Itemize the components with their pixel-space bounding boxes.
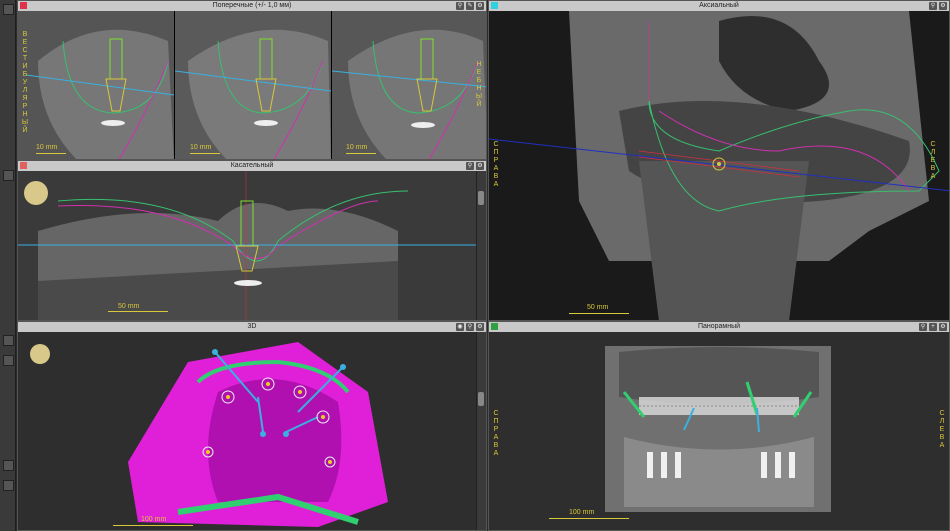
left-side-label: СЛЕВА [939,410,945,449]
scale-bar [190,153,220,154]
scale-bar [36,153,66,154]
rail-button[interactable] [3,170,14,181]
right-side-label: СПРАВА [493,141,499,188]
vertical-scrollbar[interactable] [476,332,486,530]
panoramic-image [489,332,949,530]
scale-label: 100 mm [569,509,595,516]
scale-label: 100 mm [141,516,167,523]
rail-button[interactable] [3,335,14,346]
rail-button[interactable] [3,460,14,471]
tangential-image [18,171,479,320]
vestibular-label: ВЕСТИБУЛЯРНЫЙ [21,31,29,134]
scale-label: 50 mm [118,303,140,310]
palatal-label: НЕБНЫЙ [475,61,483,108]
tangential-panel[interactable]: Касательный ⚲ ⚙ 50 mm [17,160,487,321]
rail-button[interactable] [3,4,14,15]
cross-sections-panel[interactable]: Поперечные (+/- 1,0 мм) ⚲ ✎ ⚙ ВЕСТИБУЛЯР… [17,0,487,160]
axial-panel[interactable]: Аксиальный ⚲ ⚙ СПРАВА СЛЕВА 50 mm [488,0,950,321]
scale-bar [549,518,629,519]
scale-bar [113,525,193,526]
right-side-label: СПРАВА [493,410,499,457]
scrollbar-thumb[interactable] [478,392,484,406]
scrollbar-thumb[interactable] [478,191,484,205]
scale-label: 10 mm [36,144,58,151]
scale-bar [108,311,168,312]
rail-button[interactable] [3,480,14,491]
left-toolbar [0,0,16,531]
cross-sections-image [18,11,486,159]
axial-image [489,11,949,320]
scale-bar [346,153,376,154]
panoramic-panel[interactable]: Панорамный ⚲ + ⚙ СПРАВА СЛЕВА 100 mm [488,321,950,531]
scale-label: 10 mm [190,144,212,151]
scale-bar [569,313,629,314]
scale-label: 50 mm [587,304,609,311]
vertical-scrollbar[interactable] [476,171,486,320]
view3d-panel[interactable]: 3D ◉ ⚲ ⚙ 100 mm [17,321,487,531]
rail-button[interactable] [3,355,14,366]
view3d-image [18,332,479,530]
left-side-label: СЛЕВА [930,141,936,180]
scale-label: 10 mm [346,144,368,151]
